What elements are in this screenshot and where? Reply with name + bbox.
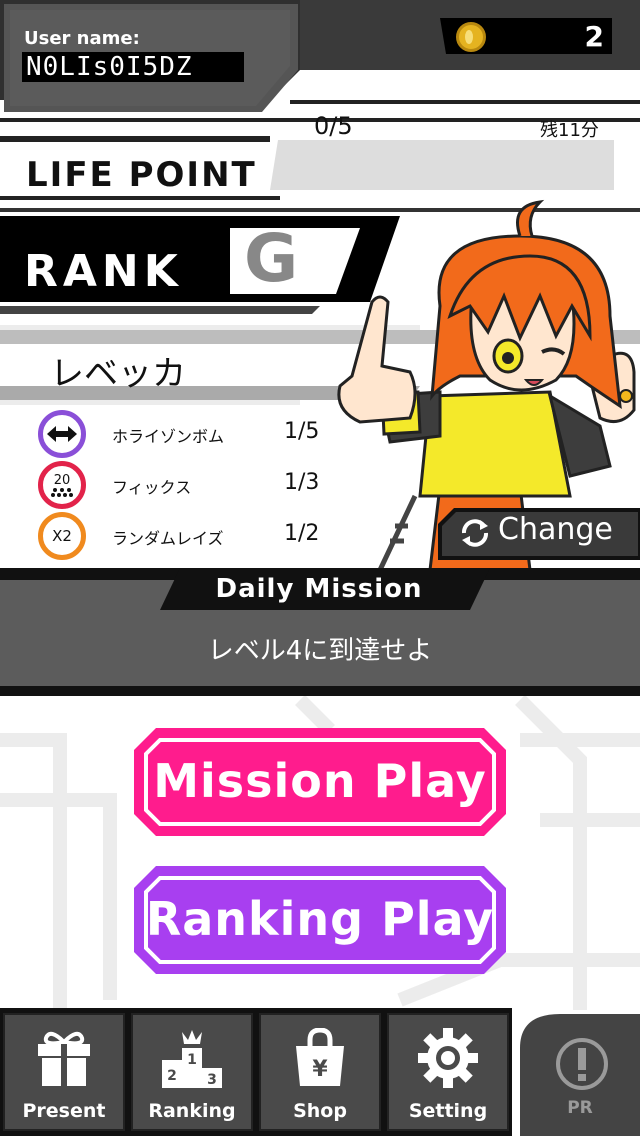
coin-icon: [456, 22, 486, 52]
nav-shop[interactable]: ¥ Shop: [260, 1014, 380, 1130]
life-recovery-time: 残11分: [540, 120, 599, 141]
ranking-play-label: Ranking Play: [145, 892, 495, 946]
skill-count: 1/3: [284, 470, 320, 495]
coin-count: 2: [584, 20, 604, 53]
mission-play-label: Mission Play: [153, 754, 487, 808]
nav-setting[interactable]: Setting: [388, 1014, 508, 1130]
skill-name: フィックス: [112, 478, 192, 497]
skill-count: 1/2: [284, 521, 320, 546]
refresh-icon: [462, 519, 488, 547]
nav-shop-label: Shop: [293, 1100, 347, 1122]
podium-digit-2: 2: [167, 1068, 177, 1084]
nav-ranking-label: Ranking: [148, 1100, 236, 1122]
gift-icon: [38, 1031, 90, 1086]
dots-icon: [51, 487, 73, 497]
skill-icon-ring: X2: [38, 512, 86, 560]
username-label: User name:: [24, 28, 140, 49]
nav-ranking[interactable]: 1 2 3 Ranking: [132, 1014, 252, 1130]
life-point-label: LIFE POINT: [26, 155, 257, 195]
username-value: N0LIs0I5DZ: [22, 52, 244, 82]
twenty-dots-icon: 20: [53, 472, 71, 488]
change-button-label: Change: [498, 512, 613, 547]
pr-label: PR: [567, 1098, 593, 1118]
skill-name: ランダムレイズ: [112, 529, 224, 548]
skill-name: ホライゾンボム: [112, 427, 225, 446]
character-name: レベッカ: [50, 354, 186, 394]
podium-digit-1: 1: [187, 1052, 197, 1068]
skill-icon-ring: 20: [38, 461, 86, 509]
pr-button[interactable]: PR: [520, 1014, 640, 1136]
rank-label: RANK: [24, 246, 183, 297]
ranking-play-button[interactable]: Ranking Play: [134, 866, 506, 974]
skill-icon-ring: [38, 410, 86, 458]
skill-row: X2 ランダムレイズ 1/2: [38, 512, 338, 560]
yen-symbol: ¥: [312, 1057, 328, 1082]
skill-row: ホライゾンボム 1/5: [38, 410, 338, 458]
x2-icon: X2: [52, 527, 72, 545]
mission-play-button[interactable]: Mission Play: [134, 728, 506, 836]
rank-value: G: [244, 220, 299, 297]
skill-count: 1/5: [284, 419, 320, 444]
podium-icon: 1 2 3: [162, 1030, 222, 1088]
nav-present-label: Present: [22, 1100, 106, 1122]
nav-present[interactable]: Present: [4, 1014, 124, 1130]
daily-mission-text: レベル4に到達せよ: [207, 636, 433, 666]
gear-icon: [418, 1028, 478, 1088]
skill-row: 20 フィックス 1/3: [38, 461, 338, 509]
daily-mission-title: Daily Mission: [215, 574, 423, 604]
shopping-bag-icon: ¥: [296, 1028, 344, 1086]
life-point-count: 0/5: [314, 112, 353, 140]
nav-setting-label: Setting: [408, 1100, 488, 1122]
double-arrow-icon: [47, 426, 77, 442]
exclamation-icon: [556, 1038, 608, 1090]
podium-digit-3: 3: [207, 1072, 217, 1088]
